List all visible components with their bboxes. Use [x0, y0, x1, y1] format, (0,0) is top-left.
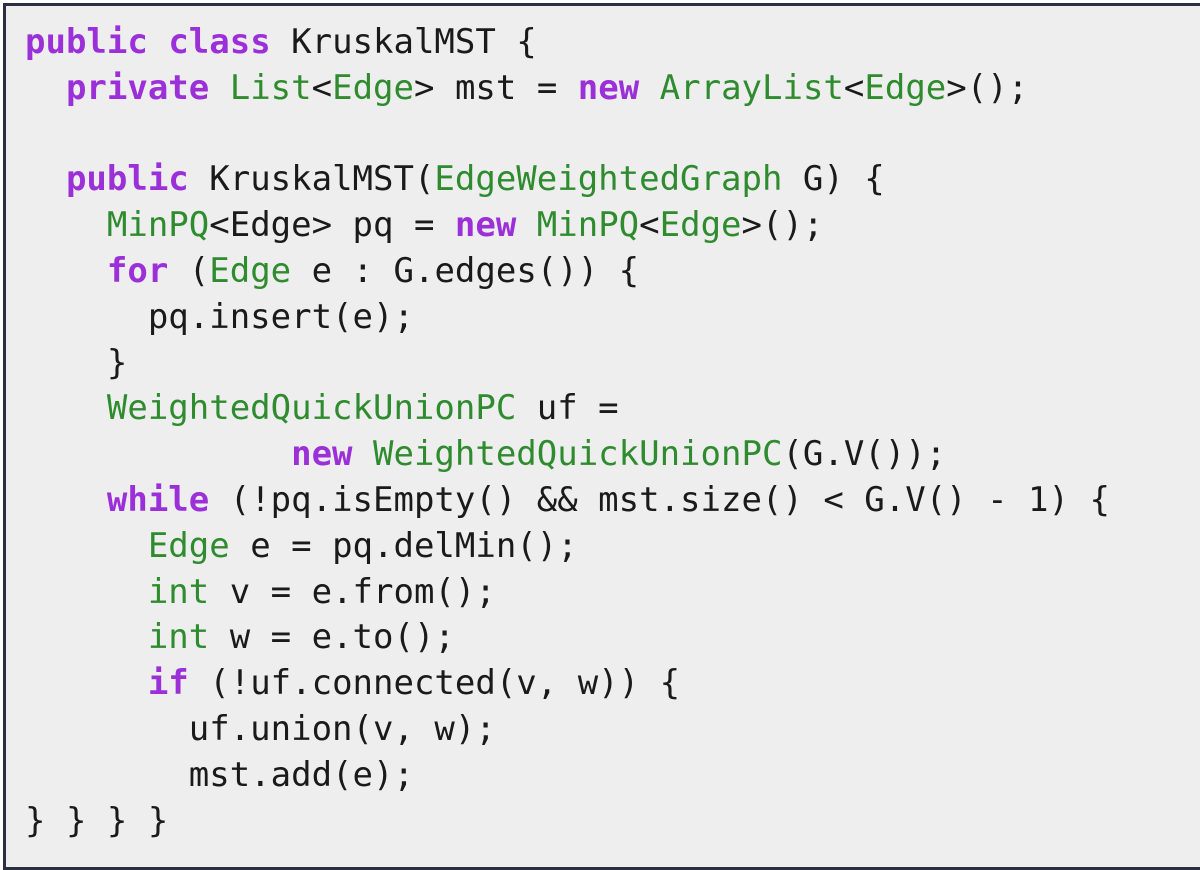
code-text: (: [168, 250, 210, 291]
code-type: int: [147, 571, 210, 612]
code-type: WeightedQuickUnionPC: [106, 388, 517, 429]
code-type: ArrayList: [659, 67, 844, 108]
code-text: <: [639, 205, 660, 246]
code-line: public KruskalMST(EdgeWeightedGraph G) {: [25, 157, 1110, 203]
code-line: }: [25, 341, 1110, 387]
code-text: e : G.edges()) {: [291, 250, 640, 291]
code-text: }: [25, 342, 128, 383]
code-keyword: private: [65, 67, 210, 108]
code-text: (!uf.connected(v, w)) {: [188, 663, 681, 704]
code-text: >();: [946, 67, 1029, 108]
code-type: Edge: [332, 67, 414, 108]
code-text: >();: [741, 205, 824, 246]
code-type: WeightedQuickUnionPC: [373, 434, 783, 475]
code-keyword: while: [106, 479, 210, 520]
code-line: } } } }: [25, 799, 1110, 845]
code-text: } } } }: [25, 800, 169, 841]
code-line: WeightedQuickUnionPC uf =: [25, 386, 1110, 432]
code-type: Edge: [659, 205, 742, 246]
code-line: ​: [25, 112, 1110, 158]
code-type: MinPQ: [536, 205, 640, 246]
code-keyword: for: [106, 250, 169, 291]
code-line: uf.union(v, w);: [25, 707, 1110, 753]
code-text: mst.add(e);: [25, 754, 414, 795]
code-text: pq.insert(e);: [25, 296, 414, 337]
code-type: MinPQ: [106, 205, 210, 246]
code-line: public class KruskalMST {: [25, 20, 1110, 66]
code-block: public class KruskalMST { private List<E…: [25, 20, 1110, 844]
code-line: mst.add(e);: [25, 753, 1110, 799]
code-text: uf.union(v, w);: [25, 708, 496, 749]
code-line: new WeightedQuickUnionPC(G.V());: [25, 432, 1110, 478]
code-text: v = e.from();: [209, 571, 496, 612]
code-text: (!pq.isEmpty() && mst.size() < G.V() - 1…: [209, 479, 1110, 520]
code-type: Edge: [209, 250, 292, 291]
code-text: (G.V());: [782, 434, 947, 475]
code-text: e = pq.delMin();: [229, 525, 578, 566]
code-keyword: new: [454, 205, 517, 246]
code-keyword: new: [291, 434, 353, 475]
code-text: <: [843, 67, 865, 108]
code-line: int v = e.from();: [25, 570, 1110, 616]
code-text: KruskalMST {: [270, 22, 537, 62]
code-type: Edge: [864, 67, 947, 108]
code-keyword: new: [577, 67, 640, 108]
code-type: List: [229, 67, 312, 108]
code-keyword: class: [168, 22, 271, 62]
code-type: Edge: [147, 525, 230, 566]
code-keyword: public: [25, 22, 148, 62]
code-text: <: [311, 67, 333, 108]
code-panel: public class KruskalMST { private List<E…: [3, 3, 1200, 870]
code-line: Edge e = pq.delMin();: [25, 524, 1110, 570]
code-type: int: [147, 617, 210, 658]
code-text: w = e.to();: [209, 617, 455, 658]
code-text: > mst =: [414, 67, 578, 108]
code-text: <Edge> pq =: [209, 205, 455, 246]
code-text: G) {: [782, 159, 885, 200]
code-keyword: if: [147, 663, 189, 704]
code-line: int w = e.to();: [25, 615, 1110, 661]
code-line: for (Edge e : G.edges()) {: [25, 249, 1110, 295]
code-line: private List<Edge> mst = new ArrayList<E…: [25, 66, 1110, 112]
code-text: KruskalMST(: [188, 159, 435, 200]
code-keyword: public: [65, 159, 189, 200]
code-line: if (!uf.connected(v, w)) {: [25, 661, 1110, 707]
code-line: MinPQ<Edge> pq = new MinPQ<Edge>();: [25, 203, 1110, 249]
code-type: EdgeWeightedGraph: [434, 159, 783, 200]
code-text: uf =: [516, 388, 619, 429]
code-line: pq.insert(e);: [25, 295, 1110, 341]
code-line: while (!pq.isEmpty() && mst.size() < G.V…: [25, 478, 1110, 524]
